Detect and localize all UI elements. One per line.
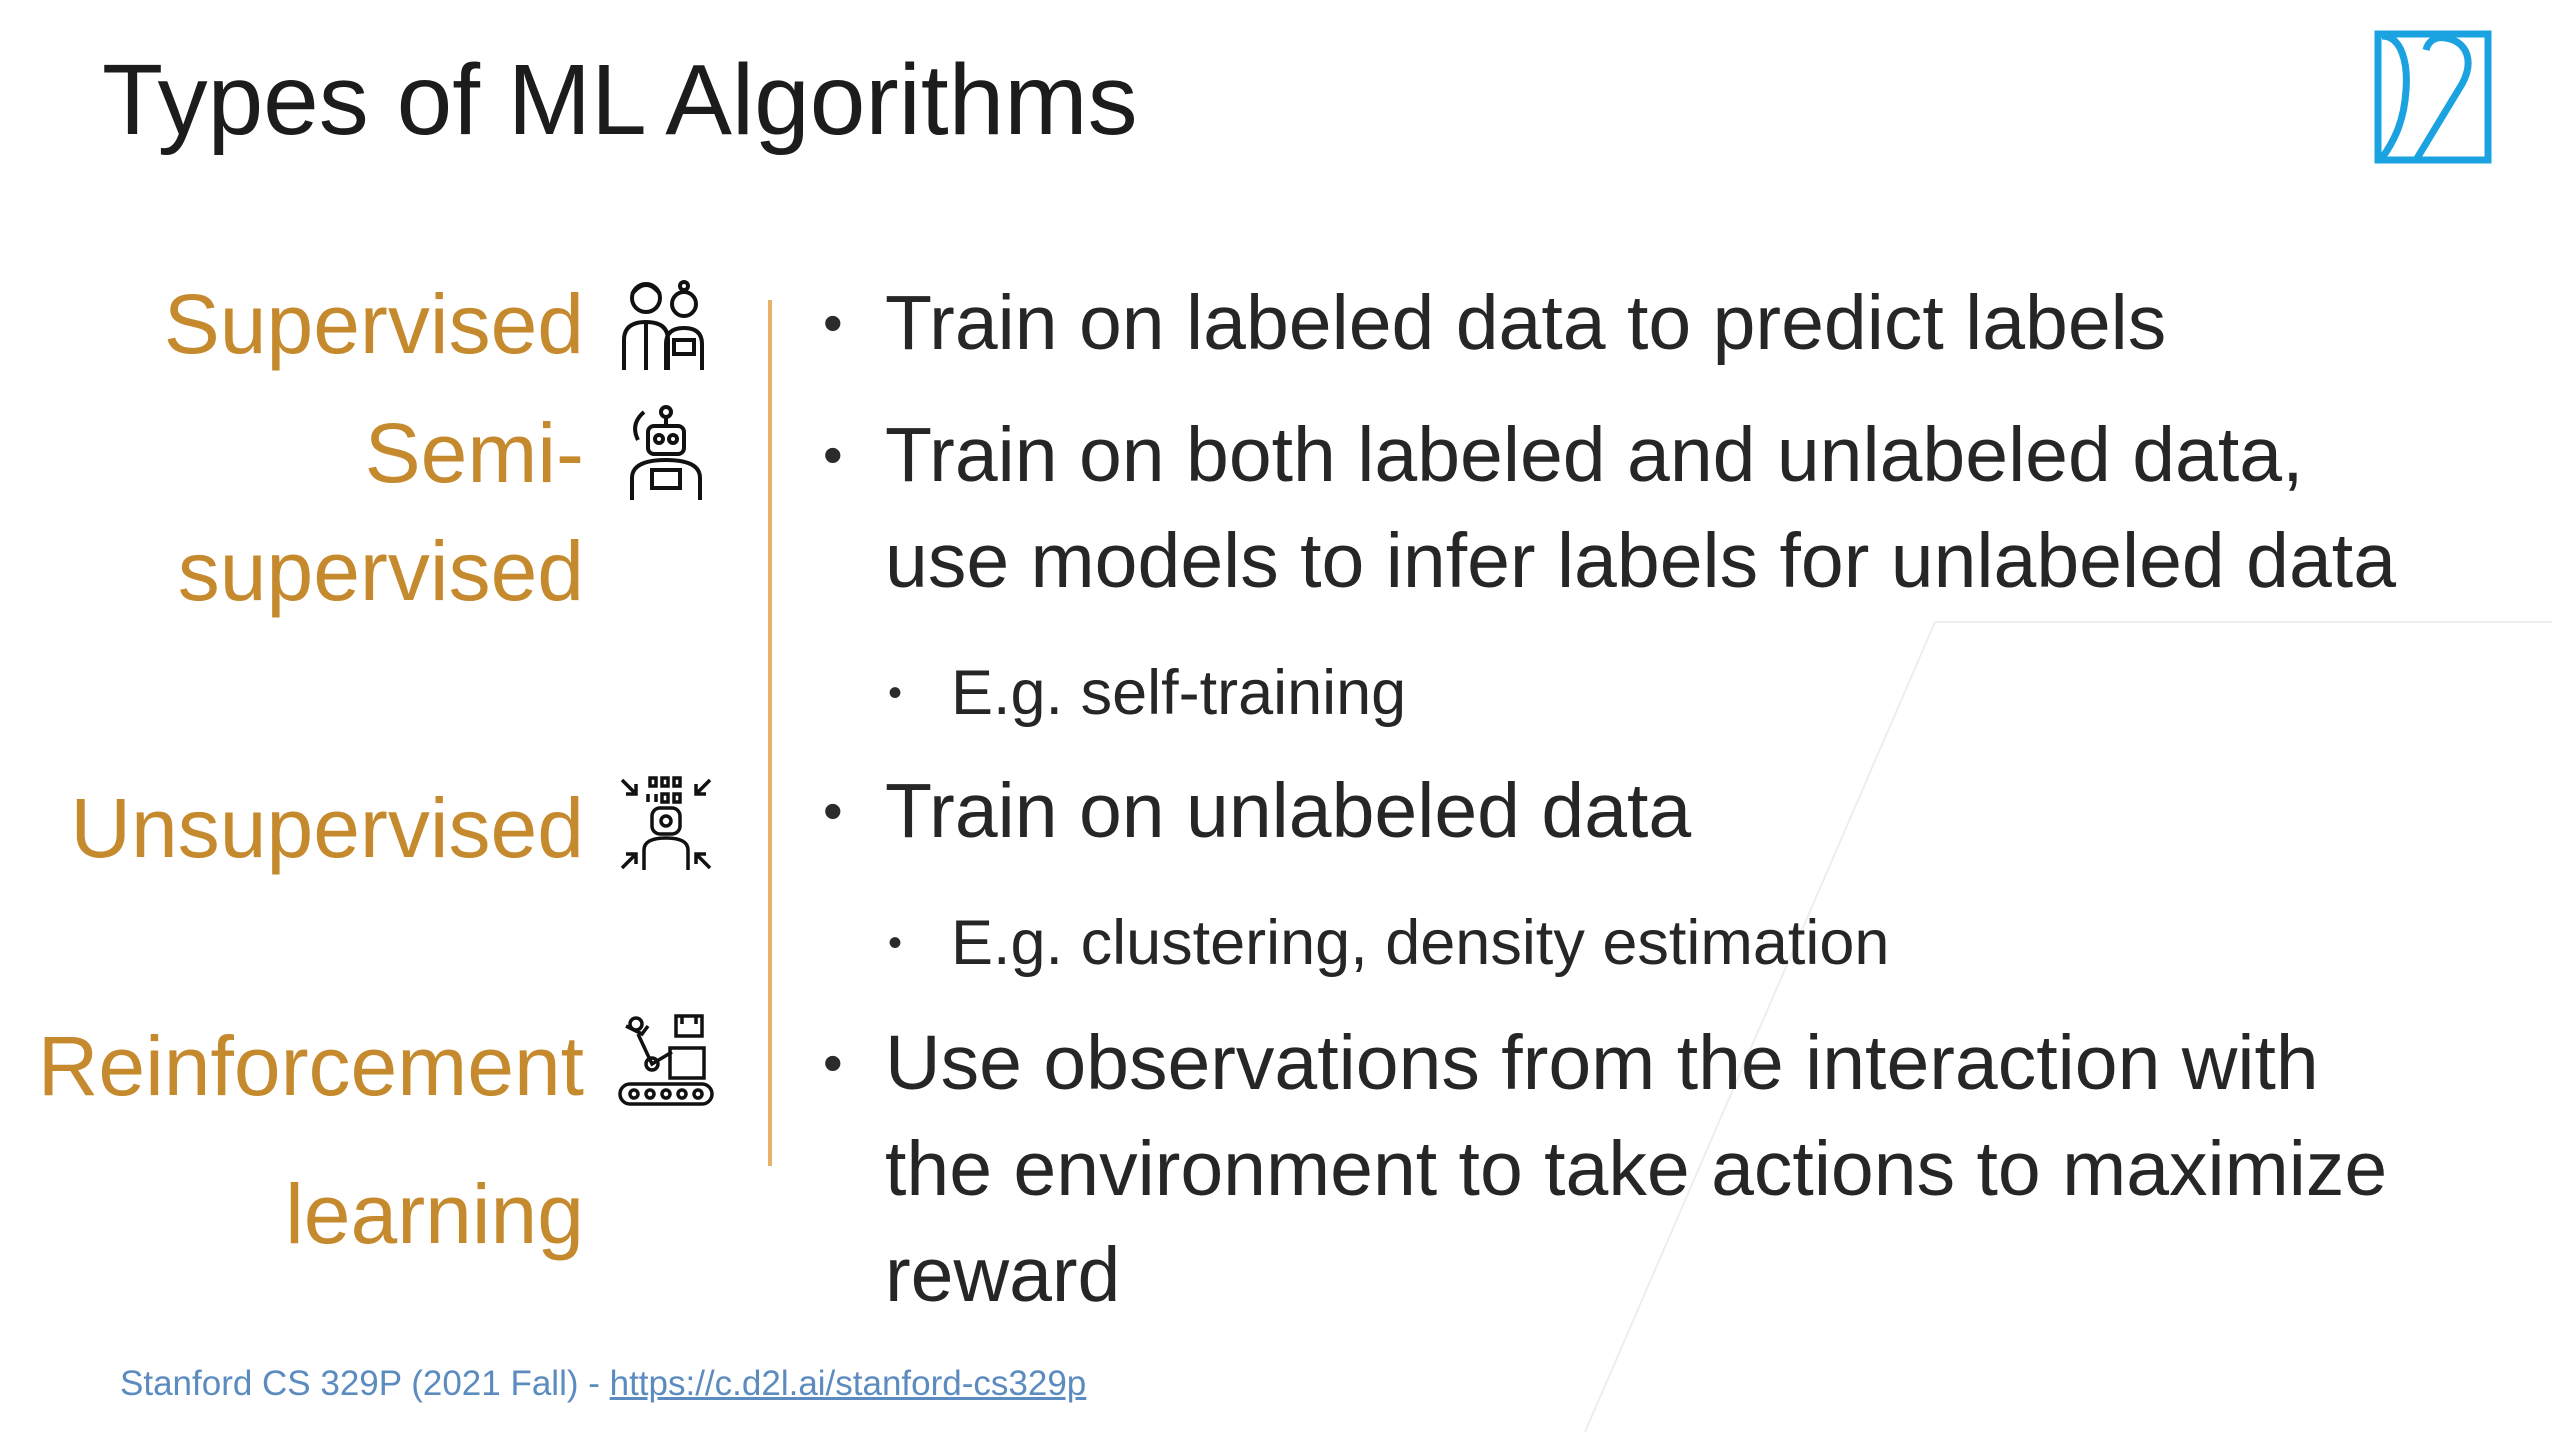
sub-bullet-self-training: E.g. self-training: [951, 658, 1407, 728]
bullet-marker: •: [823, 1031, 843, 1094]
d2l-logo-icon: [2374, 30, 2492, 164]
category-supervised: Supervised: [163, 277, 584, 371]
category-reinforcement-learning: Reinforcement learning: [37, 1019, 584, 1261]
footer-link[interactable]: https://c.d2l.ai/stanford-cs329p: [610, 1364, 1087, 1403]
bullet-semi-supervised: Train on both labeled and unlabeled data…: [885, 412, 2397, 604]
semi-supervised-robot-icon: [630, 405, 702, 500]
footer-citation: Stanford CS 329P (2021 Fall) - https://c…: [120, 1362, 1086, 1406]
bullet-unsupervised: Train on unlabeled data: [885, 768, 1692, 854]
supervised-people-icon: [622, 280, 704, 370]
reinforcement-robot-arm-icon: [618, 1014, 714, 1106]
unsupervised-binary-robot-icon: [620, 776, 712, 870]
category-semi-supervised: Semi- supervised: [177, 406, 584, 618]
slide: Types of ML Algorithms Supervised Semi- …: [0, 0, 2552, 1432]
bullet-reinforcement: Use observations from the interaction wi…: [885, 1020, 2388, 1318]
bullet-marker: •: [823, 423, 843, 486]
category-unsupervised: Unsupervised: [70, 781, 584, 875]
vertical-divider: [768, 300, 772, 1166]
bullet-marker: •: [823, 291, 843, 354]
bullet-marker: •: [888, 671, 903, 715]
slide-title: Types of ML Algorithms: [102, 44, 1138, 156]
bullet-supervised: Train on labeled data to predict labels: [885, 280, 2167, 366]
bullet-marker: •: [823, 779, 843, 842]
sub-bullet-clustering: E.g. clustering, density estimation: [951, 908, 1890, 978]
footer-prefix: Stanford CS 329P (2021 Fall) -: [120, 1364, 610, 1403]
bullet-marker: •: [888, 921, 903, 965]
